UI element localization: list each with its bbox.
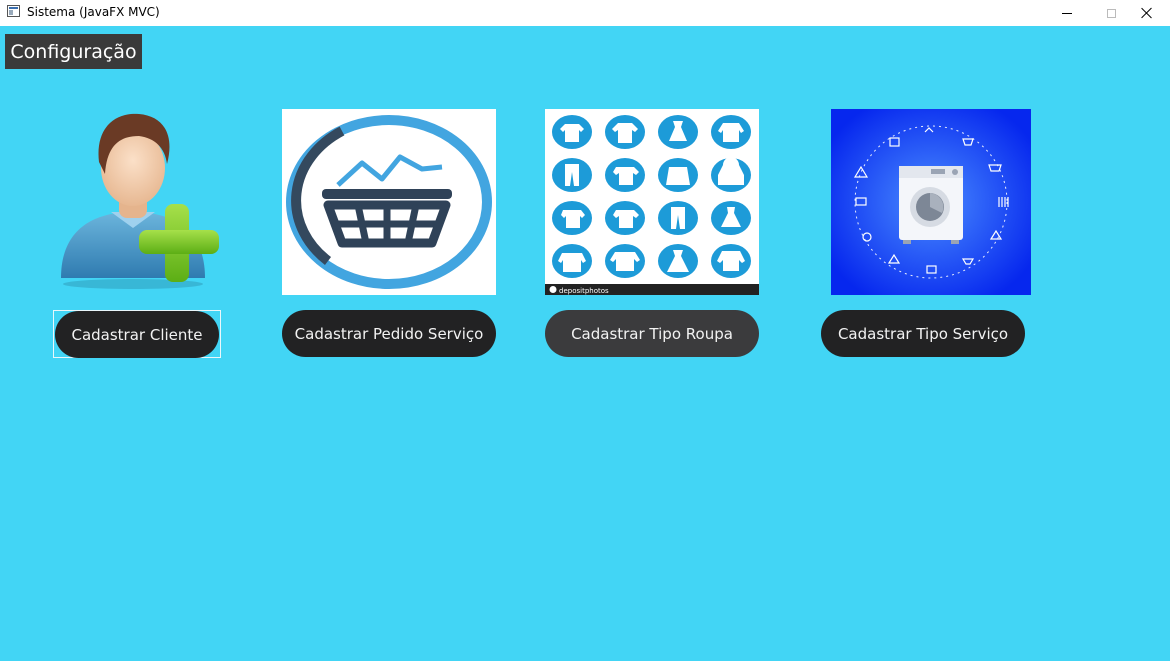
app-window-icon <box>7 5 20 17</box>
configuracao-menu[interactable]: Configuração <box>5 34 142 69</box>
maximize-icon <box>1106 8 1116 18</box>
close-button[interactable] <box>1124 0 1170 26</box>
laundry-basket-icon <box>282 109 496 295</box>
cadastrar-tipo-roupa-button[interactable]: Cadastrar Tipo Roupa <box>545 310 759 357</box>
add-user-icon <box>55 108 233 292</box>
depositphotos-watermark: depositphotos <box>559 287 609 295</box>
washing-machine-icon <box>831 109 1031 295</box>
window-title-bar: Sistema (JavaFX MVC) <box>0 0 1170 26</box>
cadastrar-tipo-servico-button[interactable]: Cadastrar Tipo Serviço <box>821 310 1025 357</box>
clothing-types-icon: depositphotos <box>545 109 759 295</box>
cadastrar-pedido-servico-button[interactable]: Cadastrar Pedido Serviço <box>282 310 496 357</box>
window-title: Sistema (JavaFX MVC) <box>27 5 160 19</box>
close-icon <box>1141 7 1153 19</box>
minimize-button[interactable] <box>1044 0 1090 26</box>
cadastrar-cliente-button[interactable]: Cadastrar Cliente <box>55 311 219 358</box>
minimize-icon <box>1062 12 1072 14</box>
